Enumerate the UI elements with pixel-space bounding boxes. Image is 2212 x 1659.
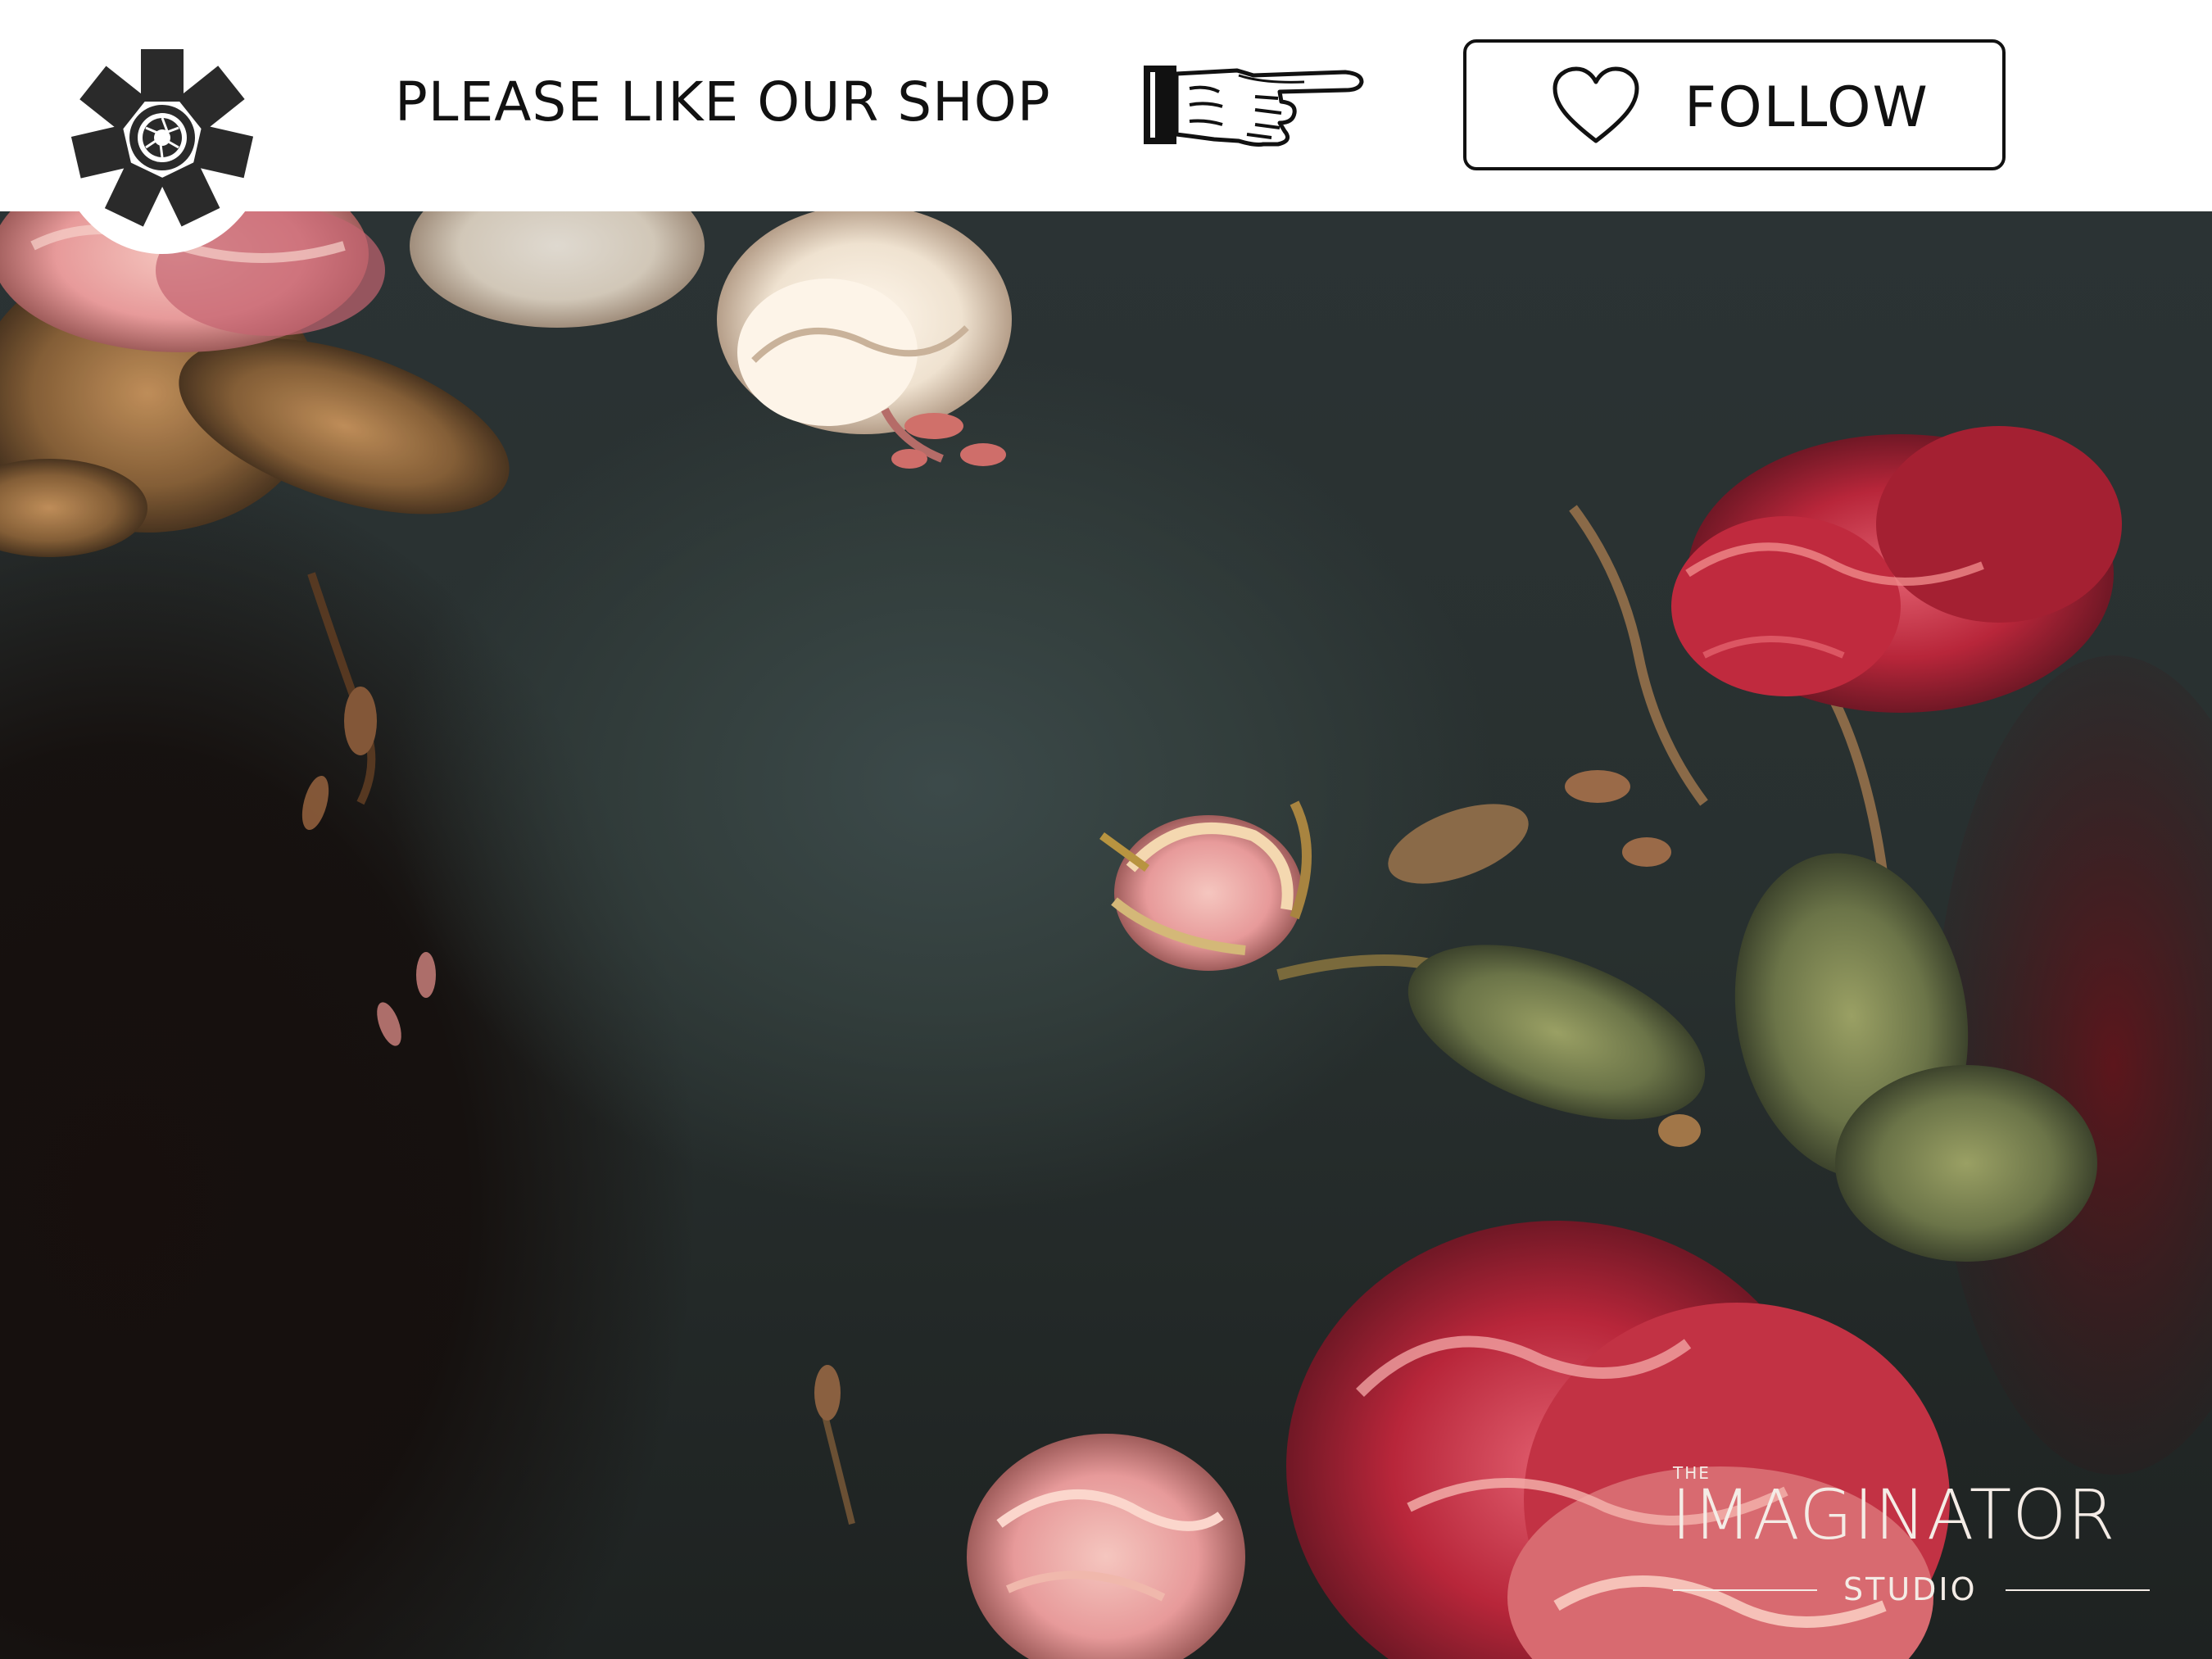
header-bar: PLEASE LIKE OUR SHOP FOLLOW bbox=[0, 0, 2212, 254]
pointing-hand-icon bbox=[1144, 66, 1364, 147]
watermark-rule-right bbox=[2006, 1589, 2150, 1591]
top-cream-blossoms bbox=[410, 211, 1012, 469]
page: PLEASE LIKE OUR SHOP FOLLOW THE IMAGINAT… bbox=[0, 0, 2212, 1659]
camera-aperture-flower-logo bbox=[70, 49, 254, 227]
floral-artwork bbox=[0, 211, 2212, 1659]
top-right-red-peony bbox=[1671, 426, 2122, 713]
heart-outline-icon bbox=[1552, 66, 1639, 143]
follow-label: FOLLOW bbox=[1684, 75, 1929, 140]
follow-button[interactable]: FOLLOW bbox=[1463, 39, 2006, 170]
watermark-rule-left bbox=[1673, 1589, 1817, 1591]
page-title: PLEASE LIKE OUR SHOP bbox=[395, 70, 1051, 134]
studio-watermark: THE IMAGINATOR STUDIO bbox=[1671, 1458, 2163, 1622]
watermark-name: IMAGINATOR bbox=[1671, 1475, 2116, 1555]
top-left-foliage bbox=[0, 254, 510, 1046]
shop-logo[interactable] bbox=[56, 25, 269, 254]
watermark-suffix: STUDIO bbox=[1843, 1571, 1978, 1607]
floral-painting bbox=[0, 211, 2212, 1659]
bottom-pink-rose bbox=[814, 1365, 1245, 1659]
